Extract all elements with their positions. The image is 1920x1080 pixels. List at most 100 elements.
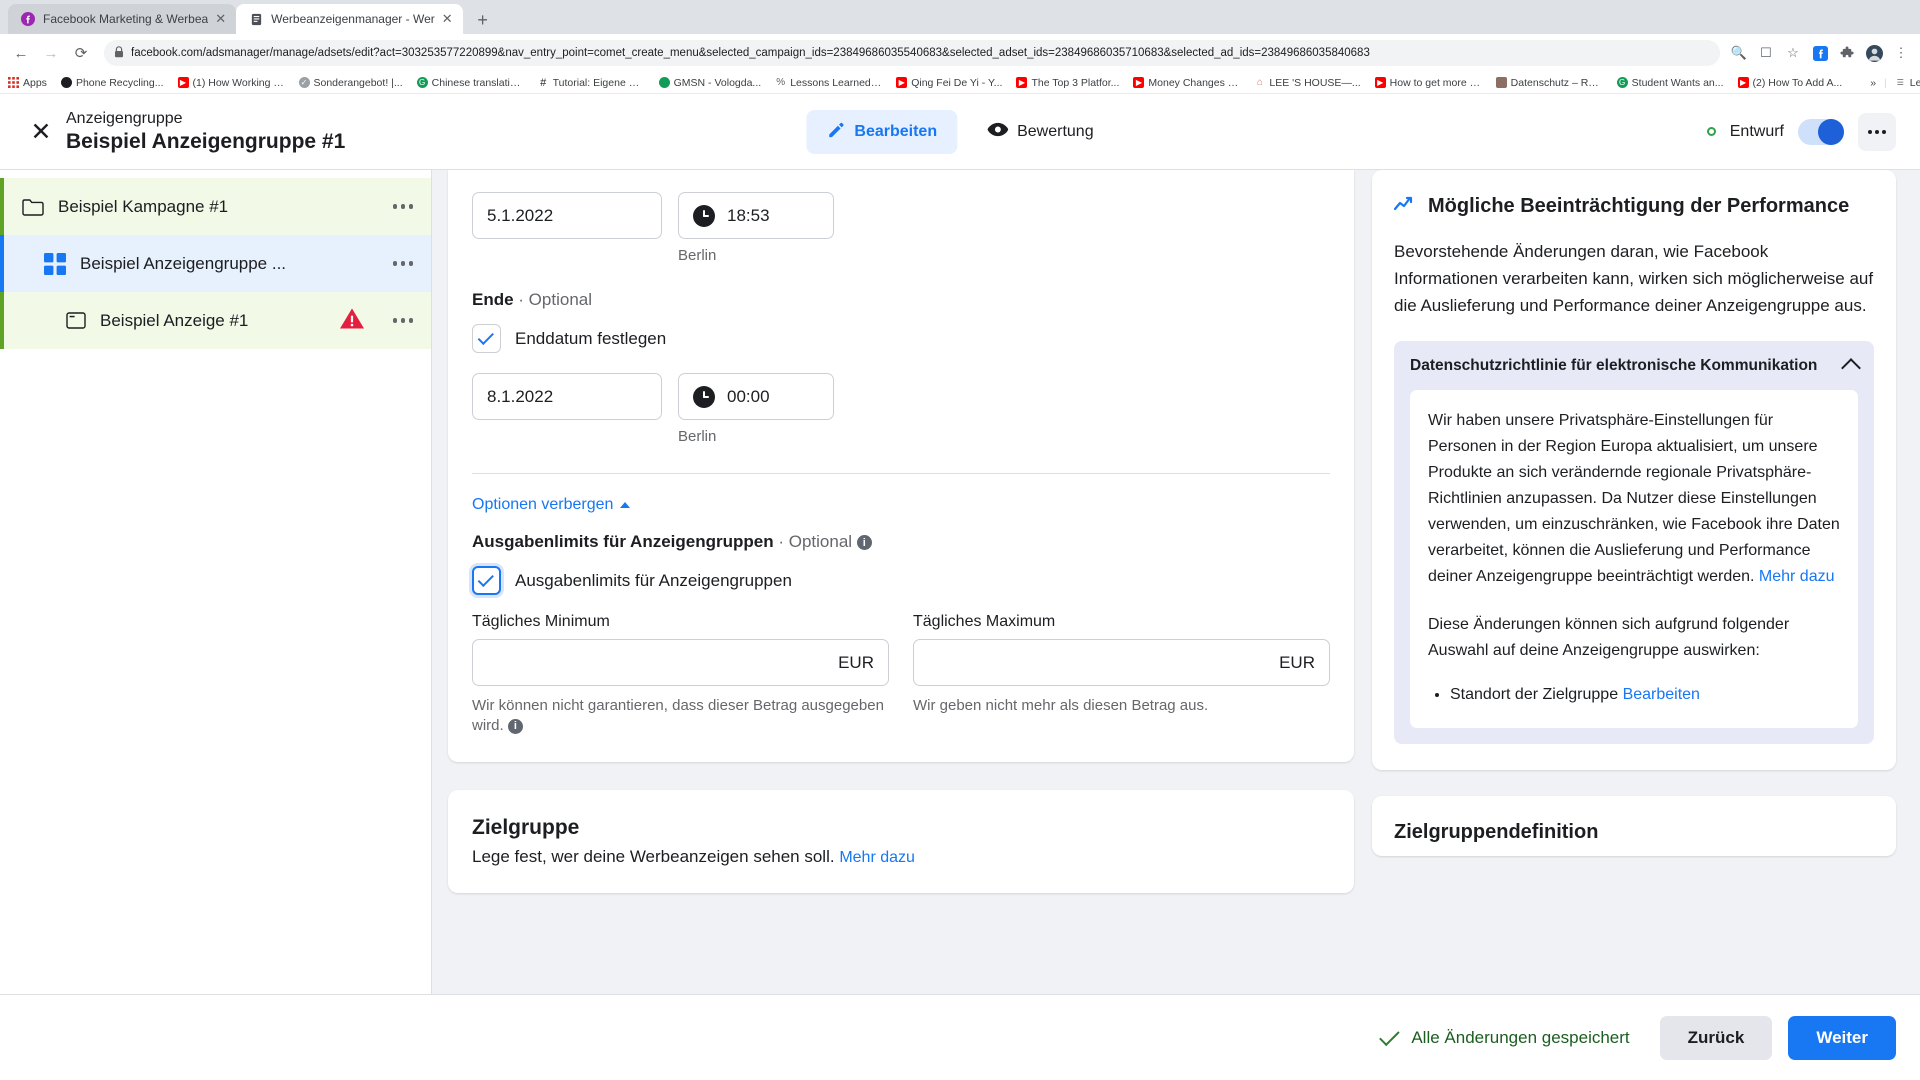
bookmarks-overflow-button[interactable]: » — [1870, 77, 1876, 89]
list-item: Standort der Zielgruppe Bearbeiten — [1450, 682, 1840, 708]
audience-learn-more-link[interactable]: Mehr dazu — [839, 849, 915, 866]
back-button[interactable]: ← — [8, 40, 34, 66]
bookmark-item[interactable]: ▶ The Top 3 Platfor... — [1016, 77, 1119, 89]
info-icon[interactable]: i — [507, 718, 523, 734]
browser-toolbar: ← → ⟳ facebook.com/adsmanager/manage/ads… — [0, 34, 1920, 72]
star-icon[interactable]: ☆ — [1784, 44, 1802, 62]
bookmark-item[interactable]: % Lessons Learned f... — [775, 77, 882, 89]
adset-more-button[interactable] — [381, 261, 413, 266]
privacy-policy-bullet-edit-link[interactable]: Bearbeiten — [1623, 686, 1700, 703]
reading-list-button[interactable]: ☰ Leseliste — [1895, 77, 1920, 89]
tab-bearbeiten[interactable]: Bearbeiten — [806, 109, 958, 154]
page-title: Beispiel Anzeigengruppe #1 — [66, 130, 346, 153]
cast-icon[interactable]: ☐ — [1757, 44, 1775, 62]
end-section-heading: Ende · Optional — [472, 290, 1330, 310]
hide-options-link[interactable]: Optionen verbergen — [472, 496, 1330, 514]
end-time-input[interactable]: 00:00 — [678, 373, 834, 420]
back-button[interactable]: Zurück — [1659, 1015, 1773, 1060]
start-date-input[interactable]: 5.1.2022 — [472, 192, 662, 239]
new-tab-button[interactable]: + — [469, 6, 497, 34]
hide-options-label: Optionen verbergen — [472, 496, 614, 513]
bookmark-item[interactable]: G Chinese translatio... — [416, 77, 524, 89]
bookmark-item[interactable]: GMSN - Vologda... — [658, 77, 761, 89]
bookmark-item[interactable]: ▶ Qing Fei De Yi - Y... — [896, 77, 1002, 89]
caret-up-icon — [620, 502, 631, 508]
toggle-knob — [1818, 118, 1844, 145]
footer-bar: Alle Änderungen gespeichert Zurück Weite… — [0, 994, 1920, 1080]
header-tabs: Bearbeiten Bewertung — [806, 109, 1114, 154]
daily-maximum-currency: EUR — [1279, 652, 1315, 672]
chevron-up-icon[interactable] — [1841, 358, 1861, 378]
bookmark-item[interactable]: ▶ How to get more v... — [1374, 77, 1482, 89]
daily-minimum-input[interactable]: EUR — [472, 639, 889, 686]
apps-grid-icon — [8, 77, 19, 88]
next-button[interactable]: Weiter — [1788, 1015, 1896, 1060]
address-bar[interactable]: facebook.com/adsmanager/manage/adsets/ed… — [104, 40, 1720, 66]
performance-impact-body: Bevorstehende Änderungen daran, wie Face… — [1394, 242, 1874, 315]
info-icon[interactable]: i — [856, 535, 872, 551]
audience-card: Zielgruppe Lege fest, wer deine Werbeanz… — [448, 790, 1354, 893]
bookmark-item[interactable]: Phone Recycling... — [60, 77, 164, 89]
pencil-icon — [826, 120, 845, 144]
bookmark-item[interactable]: Datenschutz – Re... — [1495, 76, 1603, 89]
end-heading-text: Ende — [472, 290, 514, 309]
privacy-policy-header[interactable]: Datenschutzrichtlinie für elektronische … — [1410, 355, 1861, 378]
privacy-policy-title: Datenschutzrichtlinie für elektronische … — [1410, 357, 1818, 374]
header-titles: Anzeigengruppe Beispiel Anzeigengruppe #… — [66, 108, 345, 155]
end-date-input[interactable]: 8.1.2022 — [472, 373, 662, 420]
bookmark-item[interactable]: ▶ (1) How Working a... — [177, 77, 285, 89]
check-circle-icon: ✓ — [298, 77, 310, 88]
circle-icon — [60, 77, 72, 88]
forward-button[interactable]: → — [38, 40, 64, 66]
bookmark-item[interactable]: # Tutorial: Eigene Fa... — [538, 77, 645, 89]
bookmark-apps[interactable]: Apps — [8, 77, 47, 89]
status-toggle[interactable] — [1798, 118, 1844, 145]
extension-icon[interactable] — [1838, 44, 1856, 62]
more-options-button[interactable] — [1858, 112, 1896, 151]
campaign-more-button[interactable] — [381, 204, 413, 209]
bookmark-label: Apps — [23, 76, 47, 89]
youtube-icon: ▶ — [1737, 77, 1749, 88]
close-icon[interactable]: ✕ — [215, 11, 226, 27]
privacy-policy-content: Wir haben unsere Privatsphäre-Einstellun… — [1410, 390, 1858, 728]
bookmark-label: Datenschutz – Re... — [1510, 76, 1603, 89]
reload-button[interactable]: ⟳ — [68, 40, 94, 66]
facebook-icon[interactable] — [1811, 44, 1829, 62]
privacy-policy-learn-more-link[interactable]: Mehr dazu — [1759, 568, 1835, 585]
menu-icon[interactable]: ⋮ — [1892, 44, 1910, 62]
sidebar-item-adset[interactable]: Beispiel Anzeigengruppe ... — [0, 235, 431, 292]
end-date-checkbox-row[interactable]: Enddatum festlegen — [472, 324, 1330, 353]
schedule-card: 5.1.2022 18:53 Berlin Ende · Optional En… — [448, 170, 1354, 762]
bookmark-item[interactable]: ▶ (2) How To Add A... — [1737, 77, 1842, 89]
performance-impact-header: Mögliche Beeinträchtigung der Performanc… — [1393, 192, 1874, 220]
privacy-policy-notice: Datenschutzrichtlinie für elektronische … — [1394, 341, 1874, 744]
start-time-input[interactable]: 18:53 — [678, 192, 834, 239]
ad-more-button[interactable] — [381, 318, 413, 323]
close-icon[interactable]: ✕ — [24, 115, 58, 149]
end-date-checkbox[interactable] — [472, 324, 501, 353]
bookmark-item[interactable]: G Student Wants an... — [1616, 77, 1724, 89]
spend-limits-checkbox[interactable] — [472, 566, 501, 595]
browser-tab-1[interactable]: Werbeanzeigenmanager - Wer ✕ — [236, 4, 463, 34]
translate-icon: G — [416, 77, 428, 88]
sidebar-item-campaign[interactable]: Beispiel Kampagne #1 — [0, 178, 431, 235]
bookmark-item[interactable]: ✓ Sonderangebot! |... — [298, 77, 403, 89]
warning-triangle-icon — [339, 307, 365, 335]
bookmark-item[interactable]: ▶ Money Changes E... — [1133, 77, 1240, 89]
daily-minimum-currency: EUR — [838, 652, 874, 672]
daily-maximum-input[interactable]: EUR — [913, 639, 1330, 686]
browser-tab-0[interactable]: Facebook Marketing & Werbea ✕ — [8, 4, 237, 34]
start-datetime-row: 5.1.2022 18:53 — [472, 170, 1330, 239]
close-icon[interactable]: ✕ — [442, 11, 453, 27]
bookmark-item[interactable]: ⌂ LEE 'S HOUSE—... — [1254, 77, 1361, 89]
profile-avatar-icon[interactable] — [1865, 44, 1883, 62]
adset-grid-icon — [44, 252, 66, 275]
zoom-icon[interactable]: 🔍 — [1730, 44, 1748, 62]
sidebar-item-ad[interactable]: Beispiel Anzeige #1 — [0, 292, 431, 349]
daily-minimum-group: Tägliches Minimum EUR Wir können nicht g… — [472, 613, 889, 736]
spend-heading-text: Ausgabenlimits für Anzeigengruppen — [472, 532, 774, 551]
toolbar-icons: 🔍 ☐ ☆ ⋮ — [1730, 44, 1912, 62]
tab-label: Bearbeiten — [854, 122, 938, 140]
tab-bewertung[interactable]: Bewertung — [967, 112, 1114, 152]
spend-limits-checkbox-row[interactable]: Ausgabenlimits für Anzeigengruppen — [472, 566, 1330, 595]
